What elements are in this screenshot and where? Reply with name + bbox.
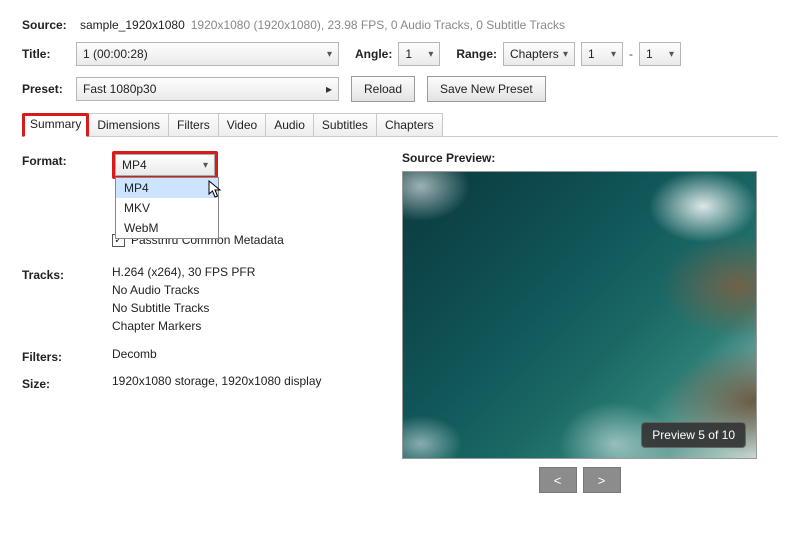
title-label: Title:: [22, 47, 76, 61]
source-meta: 1920x1080 (1920x1080), 23.98 FPS, 0 Audi…: [191, 18, 565, 32]
format-label: Format:: [22, 151, 112, 168]
tabs: Summary Dimensions Filters Video Audio S…: [22, 112, 778, 137]
size-label: Size:: [22, 374, 112, 391]
format-select-value: MP4: [122, 158, 147, 172]
title-select-value: 1 (00:00:28): [83, 47, 148, 61]
tab-summary[interactable]: Summary: [22, 113, 89, 137]
chevron-down-icon: ▾: [203, 160, 208, 171]
tracks-subtitle: No Subtitle Tracks: [112, 301, 392, 315]
range-dash: -: [629, 47, 633, 61]
chevron-down-icon: ▾: [327, 49, 332, 60]
format-option-mp4[interactable]: MP4: [116, 178, 218, 198]
chevron-down-icon: ▾: [669, 49, 674, 60]
filters-label: Filters:: [22, 347, 112, 364]
chapter-to-value: 1: [646, 47, 653, 61]
chapter-from-select[interactable]: 1 ▾: [581, 42, 623, 66]
format-option-mkv[interactable]: MKV: [116, 198, 218, 218]
triangle-right-icon: ▸: [326, 82, 332, 96]
range-select[interactable]: Chapters ▾: [503, 42, 575, 66]
tracks-video: H.264 (x264), 30 FPS PFR: [112, 265, 392, 279]
chapter-from-value: 1: [588, 47, 595, 61]
chevron-down-icon: ▾: [428, 49, 433, 60]
tracks-chapters: Chapter Markers: [112, 319, 392, 333]
tab-audio[interactable]: Audio: [265, 113, 314, 137]
source-filename: sample_1920x1080: [80, 18, 185, 32]
tab-chapters[interactable]: Chapters: [376, 113, 443, 137]
preview-prev-button[interactable]: <: [539, 467, 577, 493]
angle-select-value: 1: [405, 47, 412, 61]
title-select[interactable]: 1 (00:00:28) ▾: [76, 42, 339, 66]
preview-image: Preview 5 of 10: [402, 171, 757, 459]
filters-value: Decomb: [112, 347, 392, 361]
tab-filters[interactable]: Filters: [168, 113, 219, 137]
range-label: Range:: [456, 47, 497, 61]
tracks-audio: No Audio Tracks: [112, 283, 392, 297]
tracks-label: Tracks:: [22, 265, 112, 282]
angle-label: Angle:: [355, 47, 392, 61]
chapter-to-select[interactable]: 1 ▾: [639, 42, 681, 66]
preset-select-value: Fast 1080p30: [83, 82, 156, 96]
tab-subtitles[interactable]: Subtitles: [313, 113, 377, 137]
preset-select[interactable]: Fast 1080p30 ▸: [76, 77, 339, 101]
format-option-webm[interactable]: WebM: [116, 218, 218, 238]
preview-badge: Preview 5 of 10: [641, 422, 746, 448]
format-dropdown: MP4 MKV WebM: [115, 177, 219, 239]
range-select-value: Chapters: [510, 47, 559, 61]
reload-button[interactable]: Reload: [351, 76, 415, 102]
tab-video[interactable]: Video: [218, 113, 266, 137]
chevron-down-icon: ▾: [611, 49, 616, 60]
save-new-preset-button[interactable]: Save New Preset: [427, 76, 546, 102]
format-select[interactable]: MP4 ▾ MP4 MKV: [115, 154, 215, 176]
tab-dimensions[interactable]: Dimensions: [88, 113, 169, 137]
preview-title: Source Preview:: [402, 151, 778, 165]
angle-select[interactable]: 1 ▾: [398, 42, 440, 66]
source-label: Source:: [22, 18, 76, 32]
preset-label: Preset:: [22, 82, 76, 96]
size-value: 1920x1080 storage, 1920x1080 display: [112, 374, 392, 388]
preview-next-button[interactable]: >: [583, 467, 621, 493]
chevron-down-icon: ▾: [563, 49, 568, 60]
